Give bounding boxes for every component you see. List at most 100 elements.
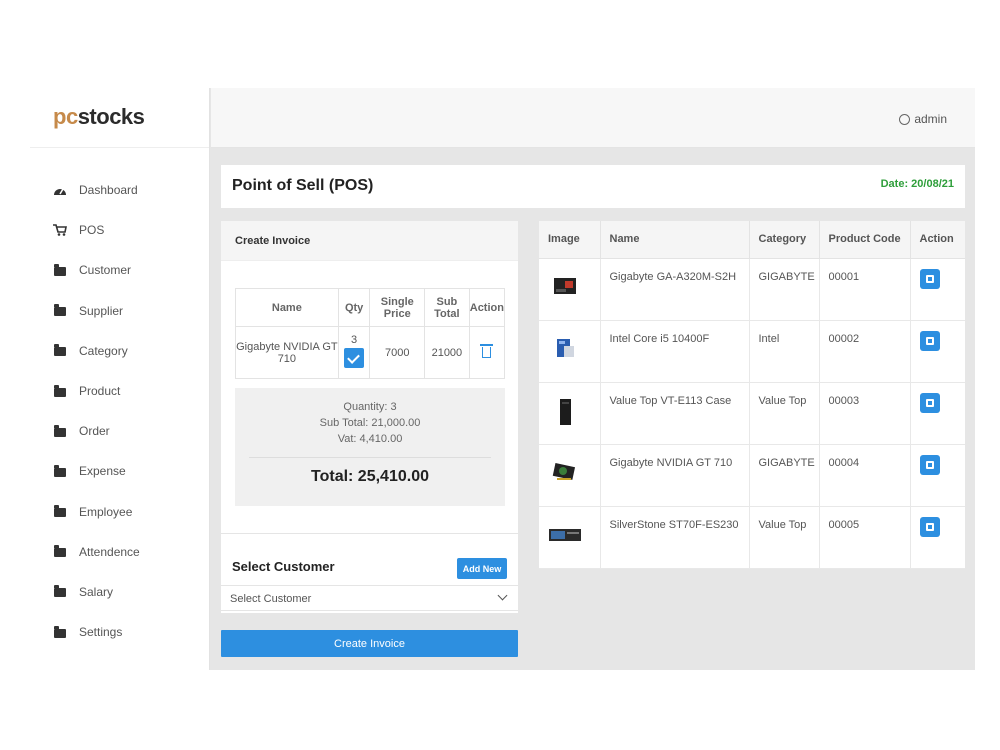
sidebar-item-label: Employee xyxy=(79,504,133,519)
action-cell xyxy=(468,326,506,379)
qty-value[interactable]: 3 xyxy=(339,334,370,346)
invoice-panel: Create Invoice Name Qty Single Price Sub… xyxy=(221,221,518,533)
product-name: Intel Core i5 10400F xyxy=(600,320,750,383)
invoice-table: Name Qty Single Price Sub Total Action G… xyxy=(235,288,506,379)
folder-icon xyxy=(53,464,67,478)
product-code: 00001 xyxy=(819,258,911,321)
brand-logo[interactable]: pcstocks xyxy=(30,88,209,148)
product-code: 00002 xyxy=(819,320,911,383)
summary-subtotal: Sub Total: 21,000.00 xyxy=(319,417,421,429)
add-to-cart-button[interactable] xyxy=(919,330,940,351)
sidebar-item-supplier[interactable]: Supplier xyxy=(30,291,209,331)
summary-quantity: Quantity: 3 xyxy=(343,401,397,413)
user-name: admin xyxy=(914,112,947,126)
folder-icon xyxy=(53,545,67,559)
summary-divider xyxy=(249,457,491,458)
update-qty-button[interactable] xyxy=(344,348,365,368)
invoice-panel-title: Create Invoice xyxy=(221,221,518,261)
table-row: Gigabyte GA-A320M-S2H GIGABYTE 00001 xyxy=(539,258,965,321)
sidebar-item-attendence[interactable]: Attendence xyxy=(30,532,209,572)
action-cell xyxy=(910,320,965,383)
column-header: Product Code xyxy=(819,221,911,259)
sidebar-item-customer[interactable]: Customer xyxy=(30,250,209,290)
action-cell xyxy=(910,506,965,569)
user-icon xyxy=(899,113,911,125)
column-header: Name xyxy=(600,221,750,259)
column-header: Category xyxy=(749,221,820,259)
sidebar-item-label: Dashboard xyxy=(79,183,138,198)
page-title: Point of Sell (POS) xyxy=(232,177,374,194)
product-category: Value Top xyxy=(749,382,820,445)
sidebar-item-pos[interactable]: POS xyxy=(30,210,209,250)
column-header: Sub Total xyxy=(424,288,470,327)
customer-select[interactable]: Select Customer xyxy=(221,585,518,611)
product-image-cell xyxy=(539,382,601,445)
product-code: 00005 xyxy=(819,506,911,569)
cart-icon xyxy=(53,223,67,237)
column-header: Action xyxy=(468,288,506,327)
product-code: 00003 xyxy=(819,382,911,445)
table-row: Value Top VT-E113 Case Value Top 00003 xyxy=(539,382,965,445)
product-category: GIGABYTE xyxy=(749,444,820,507)
product-category: Intel xyxy=(749,320,820,383)
app-window: pcstocks Dashboard POS Customer Supplier… xyxy=(30,88,975,670)
sidebar-item-product[interactable]: Product xyxy=(30,371,209,411)
product-name: Gigabyte GA-A320M-S2H xyxy=(600,258,750,321)
trash-icon[interactable] xyxy=(480,344,494,358)
pc-case-image xyxy=(560,398,571,425)
cpu-box-image xyxy=(557,338,574,357)
sidebar-item-label: Attendence xyxy=(79,544,140,559)
action-cell xyxy=(910,258,965,321)
qty-cell: 3 xyxy=(337,326,371,379)
sidebar-item-label: Expense xyxy=(79,464,126,479)
action-cell xyxy=(910,444,965,507)
folder-icon xyxy=(53,263,67,277)
item-subtotal: 21000 xyxy=(424,326,470,379)
product-table-header: Image Name Category Product Code Action xyxy=(539,221,965,259)
invoice-table-header: Name Qty Single Price Sub Total Action xyxy=(235,288,506,327)
column-header: Image xyxy=(539,221,601,259)
add-to-cart-button[interactable] xyxy=(919,516,940,537)
table-row: Gigabyte NVIDIA GT 710 3 7000 21000 xyxy=(235,326,506,379)
product-code: 00004 xyxy=(819,444,911,507)
brand-logo-stocks: stocks xyxy=(77,104,145,129)
select-customer-label: Select Customer xyxy=(232,559,335,574)
sidebar-item-salary[interactable]: Salary xyxy=(30,572,209,612)
sidebar-item-label: Settings xyxy=(79,625,123,640)
column-header: Single Price xyxy=(369,288,426,327)
sidebar-item-order[interactable]: Order xyxy=(30,411,209,451)
sidebar-item-expense[interactable]: Expense xyxy=(30,451,209,491)
sidebar-item-dashboard[interactable]: Dashboard xyxy=(30,170,209,210)
topbar: admin xyxy=(211,88,975,148)
power-supply-image xyxy=(549,528,581,541)
folder-icon xyxy=(53,384,67,398)
action-cell xyxy=(910,382,965,445)
column-header: Qty xyxy=(337,288,371,327)
sidebar-nav: Dashboard POS Customer Supplier Category xyxy=(30,148,209,652)
create-invoice-button[interactable]: Create Invoice xyxy=(221,630,518,657)
sidebar-item-settings[interactable]: Settings xyxy=(30,612,209,652)
product-table: Image Name Category Product Code Action … xyxy=(539,221,965,569)
add-to-cart-button[interactable] xyxy=(919,392,940,413)
invoice-summary: Quantity: 3 Sub Total: 21,000.00 Vat: 4,… xyxy=(235,388,505,506)
add-new-customer-button[interactable]: Add New xyxy=(457,558,507,579)
folder-icon xyxy=(53,505,67,519)
chevron-down-icon xyxy=(497,590,508,601)
product-image-cell xyxy=(539,444,601,507)
user-menu[interactable]: admin xyxy=(899,112,947,126)
sidebar: pcstocks Dashboard POS Customer Supplier… xyxy=(30,88,210,670)
sidebar-item-label: Order xyxy=(79,424,110,439)
sidebar-item-employee[interactable]: Employee xyxy=(30,492,209,532)
table-row: Intel Core i5 10400F Intel 00002 xyxy=(539,320,965,383)
product-name: Gigabyte NVIDIA GT 710 xyxy=(600,444,750,507)
sidebar-item-label: Product xyxy=(79,384,121,399)
sidebar-item-category[interactable]: Category xyxy=(30,331,209,371)
graphics-card-image xyxy=(552,462,576,480)
folder-icon xyxy=(53,304,67,318)
product-category: GIGABYTE xyxy=(749,258,820,321)
add-to-cart-button[interactable] xyxy=(919,268,940,289)
add-to-cart-button[interactable] xyxy=(919,454,940,475)
sidebar-item-label: Salary xyxy=(79,584,114,599)
summary-vat: Vat: 4,410.00 xyxy=(337,433,403,445)
folder-icon xyxy=(53,585,67,599)
